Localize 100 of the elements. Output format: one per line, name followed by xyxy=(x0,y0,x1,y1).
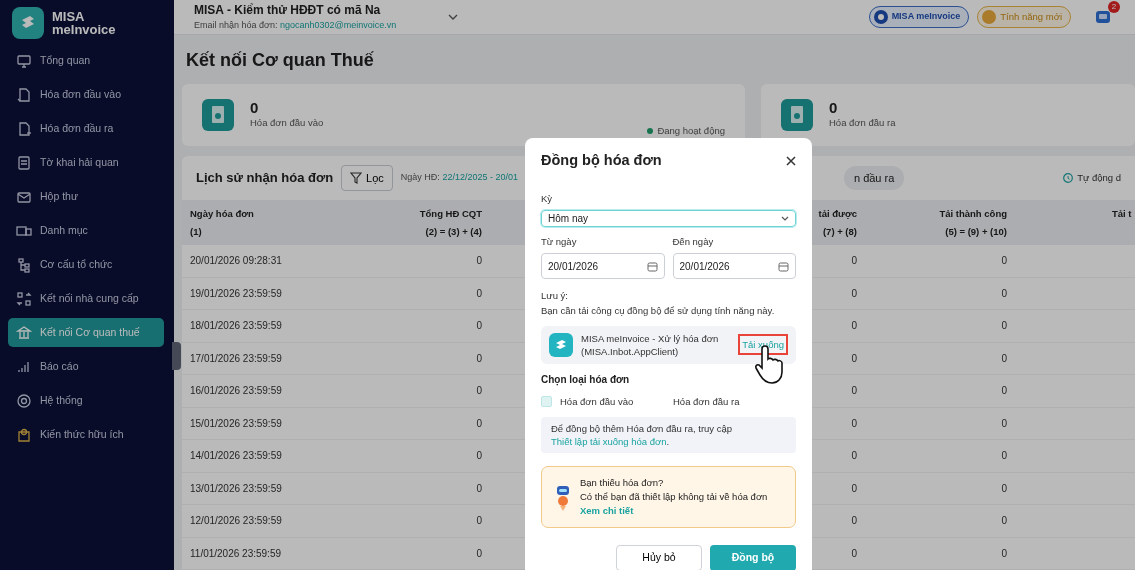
date-filter: Ngày HĐ: 22/12/2025 - 20/01 xyxy=(400,171,518,185)
checkbox[interactable] xyxy=(541,396,552,408)
table-cell: 0 xyxy=(322,407,482,440)
table-cell: 11/01/2026 23:59:59 xyxy=(182,537,322,570)
table-cell: 17/01/2026 23:59:59 xyxy=(182,342,322,375)
sidebar-item[interactable]: Hóa đơn đầu vào xyxy=(8,80,164,109)
info-text: Để đồng bộ thêm Hóa đơn đầu ra, truy cập Thiết lập tải xuống hóa đơn. xyxy=(541,417,796,453)
sidebar-item[interactable]: Kiến thức hữu ích xyxy=(8,420,164,449)
table-cell: 0 xyxy=(322,472,482,505)
section-label: Chọn loại hóa đơn xyxy=(541,372,631,387)
app-name: MISA meInvoice - Xử lý hóa đơn xyxy=(581,331,719,345)
header-title: Tải t xyxy=(1112,207,1132,221)
table-cell: 0 xyxy=(857,245,1007,278)
filter-icon xyxy=(350,172,363,184)
table-cell: 0 xyxy=(857,277,1007,310)
collapse-handle[interactable] xyxy=(172,342,181,370)
chevron-down-icon xyxy=(781,216,789,221)
sidebar-item[interactable]: Hệ thống xyxy=(8,386,164,415)
company-name: MISA - Kiểm thử HĐĐT có mã Na xyxy=(194,2,382,20)
exchange-icon xyxy=(16,290,32,307)
field-label: Kỳ xyxy=(541,191,554,206)
table-cell: 18/01/2026 23:59:59 xyxy=(182,310,322,343)
invoice-icon xyxy=(781,99,813,131)
document-icon xyxy=(16,120,32,137)
date-field[interactable]: 20/01/2026 xyxy=(672,253,796,280)
chevron-down-icon[interactable] xyxy=(448,14,459,20)
notification-icon[interactable] xyxy=(1095,8,1111,25)
logo-text: MISA xyxy=(52,10,86,23)
email-line: Email nhận hóa đơn: ngocanh0302@meinvoice.vn xyxy=(194,19,397,33)
filter-button[interactable]: Lọc xyxy=(341,164,393,192)
stat-label: Hóa đơn đầu ra xyxy=(829,115,896,130)
brand-logo-icon xyxy=(873,10,888,24)
table-cell: 0 xyxy=(857,440,1007,473)
table-cell: 16/01/2026 23:59:59 xyxy=(182,375,322,408)
sidebar-item[interactable]: Báo cáo xyxy=(8,352,164,381)
logo-icon xyxy=(12,7,44,39)
app-icon xyxy=(549,332,573,357)
sidebar-item[interactable]: Kết nối nhà cung cấp xyxy=(8,284,164,313)
table-cell: 0 xyxy=(857,537,1007,570)
new-features-text: Tính năng mới xyxy=(1000,9,1062,24)
period-select[interactable]: Hôm nay xyxy=(541,210,796,227)
tab[interactable]: n đầu ra xyxy=(843,165,905,191)
hierarchy-icon xyxy=(16,256,32,273)
document-icon xyxy=(16,86,32,103)
table-cell: 0 xyxy=(322,505,482,538)
table-cell: 12/01/2026 23:59:59 xyxy=(182,505,322,538)
brand-text: MISA meInvoice xyxy=(891,10,961,24)
invoice-icon xyxy=(202,99,234,131)
status-text: Đang hoạt động xyxy=(657,123,725,138)
warning-title: Bạn thiếu hóa đơn? xyxy=(580,476,665,490)
header-title: Tải thành công xyxy=(939,207,1007,221)
table-cell: 0 xyxy=(322,375,482,408)
settings-icon xyxy=(16,392,32,409)
cancel-button[interactable]: Hủy bỏ xyxy=(616,545,702,570)
calendar-icon xyxy=(778,260,789,272)
header-formula: (1) xyxy=(190,225,202,239)
table-cell: 13/01/2026 23:59:59 xyxy=(182,472,322,505)
header-formula: (5) = (9) + (10) xyxy=(945,225,1007,239)
sidebar-item[interactable]: Tờ khai hải quan xyxy=(8,148,164,177)
table-cell: 14/01/2026 23:59:59 xyxy=(182,440,322,473)
page-title: Kết nối Cơ quan Thuế xyxy=(185,49,375,72)
dialog-title: Đồng bộ hóa đơn xyxy=(541,151,662,170)
form-icon xyxy=(16,154,32,171)
auto-sync-text: Tự động d xyxy=(1077,170,1121,185)
table-cell: 0 xyxy=(857,407,1007,440)
close-icon[interactable] xyxy=(786,155,796,166)
bank-icon xyxy=(16,324,32,341)
table-cell: 15/01/2026 23:59:59 xyxy=(182,407,322,440)
calendar-icon xyxy=(646,260,658,272)
table-cell: 0 xyxy=(857,375,1007,408)
note-title: Lưu ý: xyxy=(541,289,569,304)
date-field[interactable]: 20/01/2026 xyxy=(541,253,665,280)
table-cell: 0 xyxy=(322,342,482,375)
header-formula: (2) = (3) + (4) xyxy=(425,225,482,239)
sidebar-item[interactable]: Cơ cấu tổ chức xyxy=(8,250,164,279)
table-cell: 0 xyxy=(857,310,1007,343)
checkbox-label: Hóa đơn đầu vào xyxy=(560,394,634,409)
stat-label: Hóa đơn đầu vào xyxy=(250,115,324,130)
header-title: Tổng HĐ CQT xyxy=(419,207,482,221)
stat-value: 0 xyxy=(250,99,260,116)
field-label: Từ ngày xyxy=(541,235,578,249)
table-cell: 0 xyxy=(857,505,1007,538)
table-cell: 0 xyxy=(322,440,482,473)
monitor-icon xyxy=(16,52,32,69)
header-formula: (7) + (8) xyxy=(822,225,857,239)
sidebar-item[interactable]: Hộp thư xyxy=(8,182,164,211)
clock-icon xyxy=(1063,173,1074,183)
table-cell: 0 xyxy=(322,537,482,570)
sidebar-item[interactable]: Hóa đơn đầu ra xyxy=(8,114,164,143)
table-cell: 0 xyxy=(322,310,482,343)
section-title: Lịch sử nhận hóa đơn xyxy=(196,169,334,188)
stat-value: 0 xyxy=(829,99,839,116)
brand-badge[interactable]: MISA meInvoice xyxy=(868,6,970,28)
app-package: (MISA.Inbot.AppClient) xyxy=(581,344,680,358)
table-cell: 19/01/2026 23:59:59 xyxy=(182,277,322,310)
sidebar-item[interactable]: Danh mục xyxy=(8,216,164,245)
logo-text: meInvoice xyxy=(52,23,116,36)
table-cell: 20/01/2026 09:28:31 xyxy=(182,245,322,278)
notification-count: 2 xyxy=(1108,1,1120,13)
sidebar-item[interactable]: Tổng quan xyxy=(8,46,164,75)
